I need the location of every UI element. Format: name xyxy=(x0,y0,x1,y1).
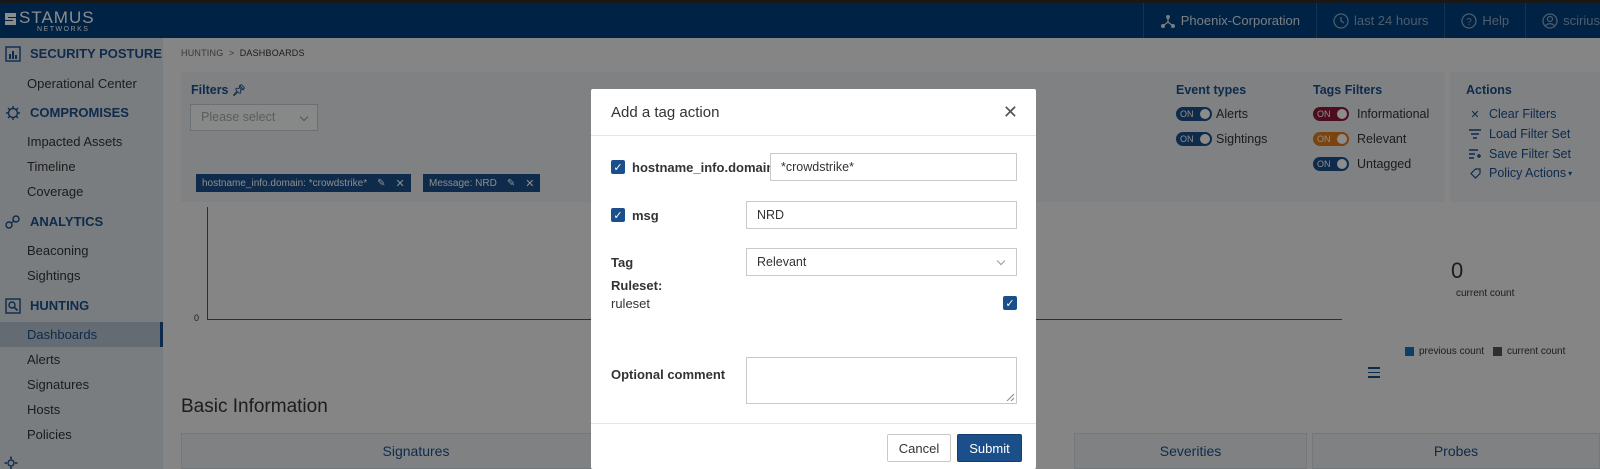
optional-comment-textarea[interactable] xyxy=(746,357,1017,404)
hostname-domain-checkbox[interactable]: ✓ xyxy=(611,160,625,174)
msg-label: msg xyxy=(632,208,659,223)
optional-comment-label: Optional comment xyxy=(611,367,726,382)
modal-footer: Cancel Submit xyxy=(591,423,1036,469)
ruleset-checkbox[interactable]: ✓ xyxy=(1003,296,1017,310)
resize-handle-icon[interactable] xyxy=(1006,393,1014,401)
hostname-domain-input[interactable]: *crowdstrike* xyxy=(770,153,1017,181)
ruleset-name: ruleset xyxy=(611,296,651,311)
cancel-button[interactable]: Cancel xyxy=(887,434,951,462)
ruleset-heading: Ruleset: xyxy=(611,278,663,293)
chevron-down-icon xyxy=(996,256,1006,266)
submit-button[interactable]: Submit xyxy=(957,434,1022,462)
tag-select-value: Relevant xyxy=(757,255,807,269)
close-icon[interactable]: ✕ xyxy=(1003,103,1018,121)
msg-value: NRD xyxy=(757,208,785,222)
modal-header: Add a tag action ✕ xyxy=(591,89,1036,136)
add-tag-action-modal: Add a tag action ✕ ✓ hostname_info.domai… xyxy=(591,89,1036,469)
modal-title: Add a tag action xyxy=(611,103,720,121)
msg-input[interactable]: NRD xyxy=(746,201,1017,229)
hostname-domain-value: *crowdstrike* xyxy=(781,160,854,174)
tag-select[interactable]: Relevant xyxy=(746,248,1017,276)
tag-label: Tag xyxy=(611,255,634,270)
hostname-domain-label: hostname_info.domain xyxy=(632,160,775,175)
msg-checkbox[interactable]: ✓ xyxy=(611,208,625,222)
